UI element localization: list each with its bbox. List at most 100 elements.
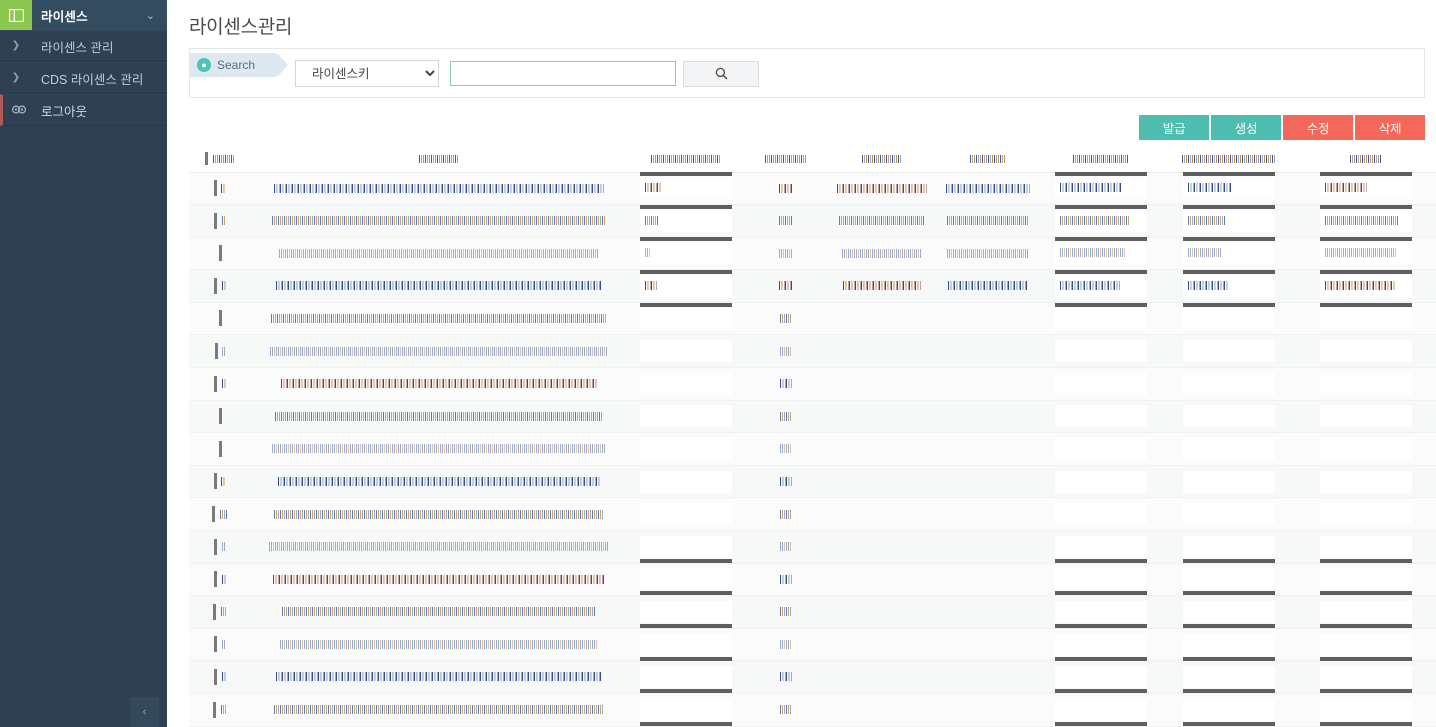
table-cell-c9[interactable] [1295, 660, 1436, 694]
table-row[interactable] [189, 204, 1436, 238]
table-cell-c9[interactable] [1295, 693, 1436, 727]
table-header-cell-c3[interactable] [627, 146, 746, 173]
table-cell-c7[interactable] [1039, 367, 1162, 401]
row-selection-marker[interactable] [218, 245, 222, 262]
row-selection-marker[interactable] [214, 343, 218, 360]
table-cell-c7[interactable] [1039, 497, 1162, 532]
table-cell-c5[interactable] [827, 530, 936, 564]
table-cell-c3[interactable] [627, 628, 746, 662]
table-cell-c5[interactable] [827, 563, 936, 597]
table-cell-c5[interactable] [827, 269, 936, 303]
table-cell-c6[interactable] [935, 334, 1040, 369]
row-selection-marker[interactable] [214, 668, 218, 685]
table-header-cell-c6[interactable] [935, 146, 1040, 173]
table-cell-c3[interactable] [627, 237, 746, 271]
table-cell-c6[interactable] [935, 628, 1040, 662]
table-cell-c3[interactable] [627, 660, 746, 694]
table-cell-c4[interactable] [745, 693, 828, 727]
action-button-1[interactable]: 생성 [1211, 115, 1281, 140]
row-selection-marker[interactable] [214, 538, 218, 555]
table-row[interactable] [189, 334, 1436, 369]
sidebar-item-logout[interactable]: 로그아웃 [0, 94, 167, 126]
table-row[interactable] [189, 563, 1436, 597]
table-cell-c6[interactable] [935, 400, 1040, 434]
table-cell-c5[interactable] [827, 334, 936, 369]
row-selection-marker[interactable] [213, 180, 217, 197]
table-row[interactable] [189, 269, 1436, 303]
table-cell-c9[interactable] [1295, 432, 1436, 466]
table-cell-c2[interactable] [251, 367, 628, 401]
search-submit-button[interactable] [683, 60, 759, 87]
sidebar-collapse-button[interactable]: ‹ [130, 697, 159, 727]
table-cell-c3[interactable] [627, 465, 746, 499]
table-cell-c7[interactable] [1039, 172, 1162, 206]
table-row[interactable] [189, 432, 1436, 466]
search-field-select[interactable]: 라이센스키 [295, 60, 439, 87]
table-cell-c5[interactable] [827, 367, 936, 401]
table-cell-c5[interactable] [827, 204, 936, 238]
table-cell-c4[interactable] [745, 628, 828, 662]
table-cell-c2[interactable] [251, 204, 628, 238]
table-cell-c3[interactable] [627, 693, 746, 727]
license-table-container[interactable] [189, 146, 1436, 727]
table-header-cell-c5[interactable] [827, 146, 936, 173]
table-header-cell-c9[interactable] [1295, 146, 1436, 173]
table-cell-c8[interactable] [1161, 595, 1296, 629]
row-selection-marker[interactable] [218, 408, 222, 425]
table-cell-c6[interactable] [935, 693, 1040, 727]
table-cell-c6[interactable] [935, 269, 1040, 303]
table-row[interactable] [189, 367, 1436, 401]
table-cell-c8[interactable] [1161, 693, 1296, 727]
table-cell-c8[interactable] [1161, 497, 1296, 532]
table-cell-c2[interactable] [251, 334, 628, 369]
table-cell-c3[interactable] [627, 334, 746, 369]
table-cell-c2[interactable] [251, 237, 628, 271]
row-selection-marker[interactable] [214, 212, 218, 229]
table-cell-c2[interactable] [251, 400, 628, 434]
table-cell-c7[interactable] [1039, 237, 1162, 271]
table-cell-c5[interactable] [827, 432, 936, 466]
table-cell-c1[interactable] [189, 204, 252, 238]
table-cell-c9[interactable] [1295, 204, 1436, 238]
table-cell-c3[interactable] [627, 563, 746, 597]
table-cell-c7[interactable] [1039, 302, 1162, 336]
table-cell-c1[interactable] [189, 693, 252, 727]
table-cell-c9[interactable] [1295, 628, 1436, 662]
table-cell-c5[interactable] [827, 628, 936, 662]
table-header-cell-c8[interactable] [1161, 146, 1296, 173]
table-cell-c5[interactable] [827, 693, 936, 727]
table-cell-c4[interactable] [745, 465, 828, 499]
row-selection-marker[interactable] [214, 571, 218, 588]
table-cell-c8[interactable] [1161, 302, 1296, 336]
table-cell-c3[interactable] [627, 595, 746, 629]
table-cell-c4[interactable] [745, 302, 828, 336]
table-cell-c1[interactable] [189, 660, 252, 694]
table-cell-c6[interactable] [935, 497, 1040, 532]
row-selection-marker[interactable] [213, 603, 217, 620]
table-cell-c9[interactable] [1295, 334, 1436, 369]
table-cell-c7[interactable] [1039, 269, 1162, 303]
table-cell-c9[interactable] [1295, 367, 1436, 401]
table-header-cell-c2[interactable] [251, 146, 628, 173]
table-cell-c2[interactable] [251, 563, 628, 597]
table-cell-c2[interactable] [251, 302, 628, 336]
action-button-3[interactable]: 삭제 [1355, 115, 1425, 140]
table-cell-c8[interactable] [1161, 269, 1296, 303]
table-cell-c7[interactable] [1039, 628, 1162, 662]
table-cell-c9[interactable] [1295, 302, 1436, 336]
table-cell-c8[interactable] [1161, 204, 1296, 238]
table-cell-c6[interactable] [935, 237, 1040, 271]
table-cell-c3[interactable] [627, 172, 746, 206]
table-row[interactable] [189, 465, 1436, 499]
table-cell-c5[interactable] [827, 595, 936, 629]
table-cell-c4[interactable] [745, 660, 828, 694]
table-cell-c2[interactable] [251, 693, 628, 727]
table-cell-c3[interactable] [627, 269, 746, 303]
table-cell-c4[interactable] [745, 595, 828, 629]
chevron-down-icon[interactable]: ⌄ [146, 9, 155, 22]
table-cell-c5[interactable] [827, 660, 936, 694]
table-cell-c4[interactable] [745, 497, 828, 532]
table-cell-c5[interactable] [827, 465, 936, 499]
table-cell-c9[interactable] [1295, 465, 1436, 499]
table-cell-c7[interactable] [1039, 530, 1162, 564]
